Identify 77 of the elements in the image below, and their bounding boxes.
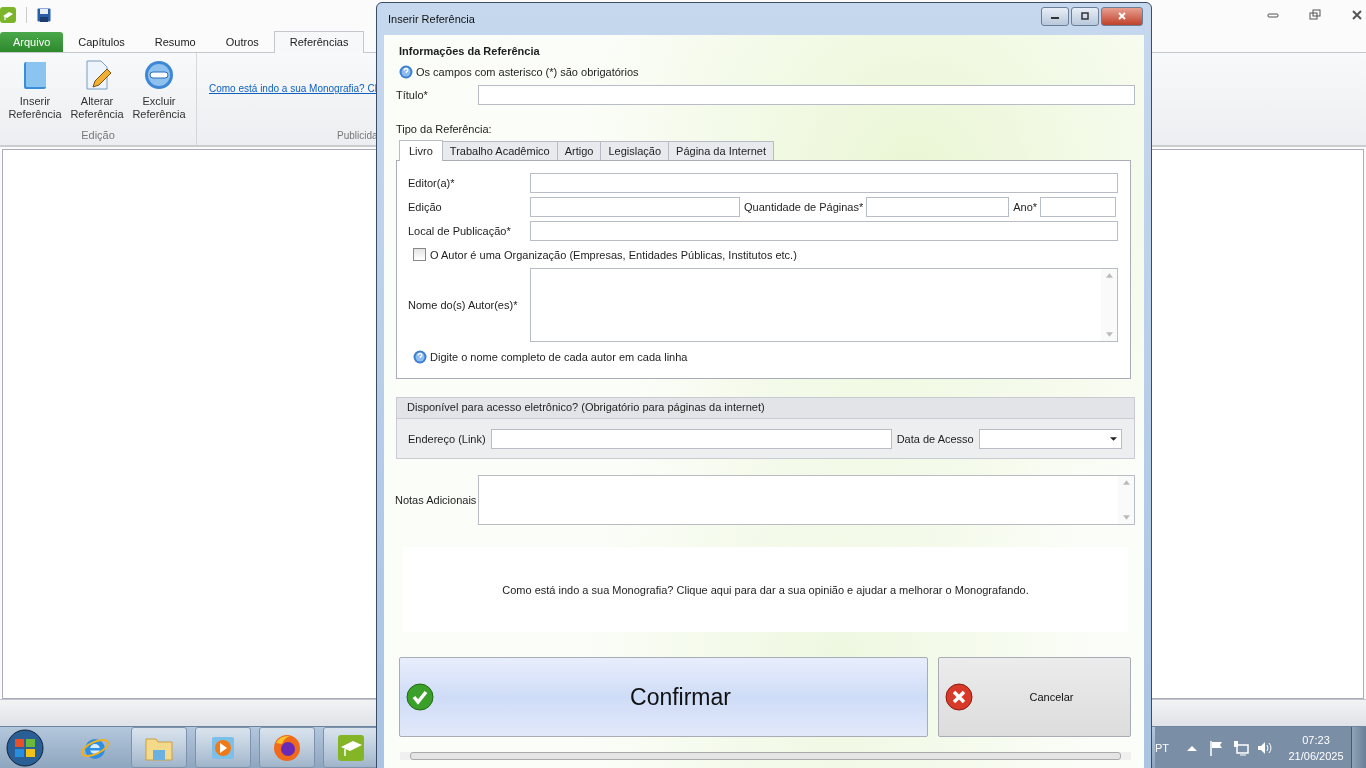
ribbon-tab[interactable]: Capítulos xyxy=(63,32,140,52)
editor-field[interactable] xyxy=(530,173,1118,193)
scrollbar[interactable] xyxy=(400,752,1131,760)
link-field[interactable] xyxy=(490,429,892,449)
scroll-down-icon[interactable] xyxy=(1105,332,1113,337)
authors-field[interactable] xyxy=(530,268,1118,342)
help-icon xyxy=(413,350,427,364)
confirm-button[interactable]: Confirmar xyxy=(399,657,928,737)
notes-field[interactable] xyxy=(478,475,1135,525)
start-button[interactable] xyxy=(5,727,45,768)
scroll-up-icon[interactable] xyxy=(1122,480,1130,485)
feedback-link[interactable]: Como está indo a sua Monografia? Cl xyxy=(209,83,377,130)
maximize-button[interactable] xyxy=(1071,6,1099,26)
minimize-button[interactable] xyxy=(1041,6,1069,26)
error-icon xyxy=(945,683,973,711)
close-button[interactable] xyxy=(1101,6,1143,26)
close-icon[interactable] xyxy=(1351,9,1363,21)
ribbon-tab[interactable]: Outros xyxy=(210,32,274,52)
panel-header: Disponível para acesso eletrônico? (Obrigatório para páginas da internet) xyxy=(397,398,1134,419)
field-label: Quantidade de Páginas* xyxy=(744,201,864,213)
taskbar-button[interactable] xyxy=(259,727,315,768)
type-tab[interactable]: Livro xyxy=(399,140,443,161)
close-icon xyxy=(1117,12,1127,20)
year-field[interactable] xyxy=(1040,197,1117,217)
title-field[interactable] xyxy=(478,85,1135,105)
edition-field[interactable] xyxy=(530,197,740,217)
type-tab[interactable]: Página da Internet xyxy=(668,141,774,160)
ribbon-tab[interactable]: Resumo xyxy=(139,32,211,52)
app-icon[interactable] xyxy=(0,7,16,23)
checkbox[interactable] xyxy=(413,248,426,261)
network-icon[interactable] xyxy=(1233,739,1249,756)
graduation-cap-icon xyxy=(336,732,366,763)
scroll-down-icon[interactable] xyxy=(1122,515,1130,520)
ribbon-tab[interactable]: Referências xyxy=(273,31,365,53)
minus-circle-icon xyxy=(143,59,175,91)
place-field[interactable] xyxy=(530,221,1118,241)
taskbar-button[interactable] xyxy=(323,727,379,768)
fox-globe-icon xyxy=(272,732,302,763)
pages-field[interactable] xyxy=(866,197,1010,217)
field-label: Ano* xyxy=(1013,201,1038,213)
field-label: Nome do(s) Autor(es)* xyxy=(408,299,519,311)
ribbon-button[interactable]: Excluir Referência xyxy=(130,59,188,129)
type-tab[interactable]: Artigo xyxy=(556,141,602,160)
field-label: Editor(a)* xyxy=(408,177,456,189)
file-tab[interactable]: Arquivo xyxy=(0,32,64,52)
field-label: Data de Acesso xyxy=(896,433,974,445)
required-note: Os campos com asterisco (*) são obrigatórios xyxy=(416,66,639,78)
type-tab[interactable]: Trabalho Acadêmico xyxy=(441,141,558,160)
caret-icon xyxy=(1109,437,1117,441)
checkbox-label: O Autor é uma Organização (Empresas, Entidades Públicas, Institutos etc.) xyxy=(430,248,797,261)
help-icon xyxy=(399,65,413,79)
cancel-button[interactable]: Cancelar xyxy=(938,657,1131,737)
up-arrow-icon[interactable] xyxy=(1187,744,1197,751)
field-label: Endereço (Link) xyxy=(408,433,486,445)
section-title: Informações da Referência xyxy=(398,45,541,57)
field-label: Notas Adicionais xyxy=(395,494,478,506)
date-dropdown[interactable] xyxy=(978,429,1122,449)
ribbon-button[interactable]: Inserir Referência xyxy=(6,59,64,129)
group-label: Edição xyxy=(80,129,116,143)
scroll-up-icon[interactable] xyxy=(1105,273,1113,278)
restore-icon[interactable] xyxy=(1309,9,1321,21)
maximize-icon xyxy=(1080,12,1090,20)
flag-icon[interactable] xyxy=(1209,739,1225,756)
save-icon[interactable] xyxy=(37,8,51,22)
time-text: 07:23 xyxy=(1302,732,1330,748)
date-text: 21/06/2025 xyxy=(1288,748,1344,764)
show-desktop-button[interactable] xyxy=(1351,727,1366,768)
field-label: Local de Publicação* xyxy=(408,225,512,237)
field-label: Edição xyxy=(408,201,443,213)
feedback-banner[interactable]: Como está indo a sua Monografia? Clique aqui para dar a sua opinião e ajudar a melhorar o Monografando. xyxy=(403,547,1128,632)
check-icon xyxy=(406,683,434,711)
hint-text: Digite o nome completo de cada autor em cada linha xyxy=(430,351,688,363)
field-label: Tipo da Referência: xyxy=(396,123,493,135)
window-title: Inserir Referência xyxy=(388,13,475,25)
field-label: Título* xyxy=(396,89,429,101)
type-tab[interactable]: Legislação xyxy=(600,141,670,160)
ribbon-button[interactable]: Alterar Referência xyxy=(68,59,126,129)
